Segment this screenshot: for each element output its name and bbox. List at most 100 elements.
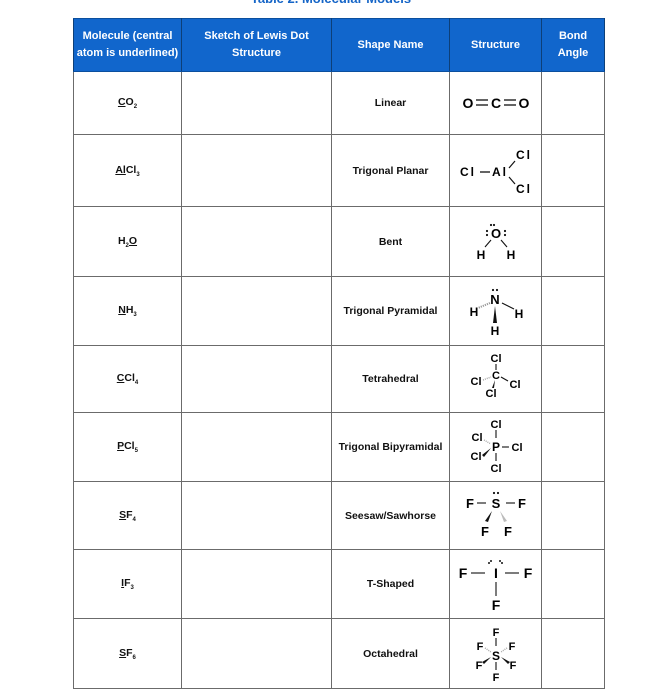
molecule-cell: AlCl3	[73, 134, 182, 207]
molecule-subscript: 5	[134, 448, 138, 454]
atom-label: H	[490, 324, 499, 338]
atom-label: F	[523, 565, 532, 581]
table-row: SF6 Octahedral F F F S F F F	[73, 618, 605, 689]
shape-name-cell: Seesaw/Sawhorse	[331, 481, 450, 550]
header-sketch: Sketch of Lewis Dot Structure	[181, 18, 332, 72]
sketch-cell[interactable]	[181, 71, 332, 135]
bond-angle-cell[interactable]	[541, 412, 605, 482]
structure-cell: N H H H	[449, 276, 542, 346]
shape-name-cell: Trigonal Planar	[331, 134, 450, 207]
bond-angle-cell[interactable]	[541, 276, 605, 346]
structure-diagram-h2o: O H H	[476, 223, 515, 262]
atom-label: F	[504, 524, 512, 539]
molecule-subscript: 4	[132, 516, 136, 523]
molecule-rest: O	[125, 96, 134, 108]
atom-label: O	[518, 95, 529, 111]
table-row: AlCl3 Trigonal Planar Cl Cl Al Cl	[73, 134, 605, 207]
atom-label: H	[514, 307, 523, 321]
atom-label: P	[491, 440, 499, 454]
atom-label: F	[492, 627, 499, 639]
atom-label: N	[490, 292, 499, 307]
header-molecule: Molecule (central atom is underlined)	[73, 18, 182, 72]
bond-angle-cell[interactable]	[541, 206, 605, 277]
atom-label: Cl	[511, 442, 522, 454]
atom-label: O	[490, 226, 500, 241]
structure-cell: O H H	[449, 206, 542, 277]
atom-label: Cl	[471, 432, 482, 444]
atom-label: Cl	[485, 388, 496, 400]
atom-label: Al	[492, 165, 508, 179]
sketch-cell[interactable]	[181, 276, 332, 346]
structure-diagram-if3: F I F F	[458, 560, 532, 613]
central-atom: C	[117, 96, 126, 108]
atom-label: Cl	[509, 379, 520, 391]
structure-diagram-sf6: F F F S F F F	[475, 627, 516, 684]
bond-angle-cell[interactable]	[541, 71, 605, 135]
bond-angle-cell[interactable]	[541, 345, 605, 413]
atom-label: Cl	[470, 376, 481, 388]
atom-label: F	[475, 660, 482, 672]
atom-label: Cl	[516, 182, 532, 196]
sketch-cell[interactable]	[181, 134, 332, 207]
table-title: Table 2. Molecular Models	[0, 0, 662, 6]
structure-diagram-nh3: N H H H	[469, 288, 523, 338]
molecule-cell: IF3	[73, 549, 182, 619]
structure-diagram-ccl4: Cl C Cl Cl Cl	[470, 353, 520, 400]
atom-label: F	[476, 641, 483, 653]
molecule-rest: Cl	[124, 440, 135, 452]
atom-label: F	[458, 565, 467, 581]
atom-label: H	[476, 248, 485, 262]
molecule-subscript: 3	[130, 585, 134, 591]
molecule-cell: CO2	[73, 71, 182, 135]
shape-name-cell: Trigonal Pyramidal	[331, 276, 450, 346]
structure-diagram-co2: O C O	[462, 95, 529, 111]
shape-name-cell: Tetrahedral	[331, 345, 450, 413]
atom-label: H	[506, 248, 515, 262]
atom-label: Cl	[490, 419, 501, 431]
shape-name-cell: Trigonal Bipyramidal	[331, 412, 450, 482]
molecule-cell: SF4	[73, 481, 182, 550]
atom-label: H	[469, 305, 478, 319]
sketch-cell[interactable]	[181, 618, 332, 689]
sketch-cell[interactable]	[181, 206, 332, 277]
bond-angle-cell[interactable]	[541, 481, 605, 550]
atom-label: S	[491, 496, 500, 511]
molecule-rest: Cl	[125, 163, 137, 176]
atom-label: F	[491, 597, 500, 613]
structure-diagram-pcl5: Cl Cl P Cl Cl Cl	[470, 419, 522, 475]
table-row: C Cl 4 Tetrahedral Cl C Cl Cl Cl	[73, 345, 605, 413]
bond-angle-cell[interactable]	[541, 134, 605, 207]
atom-label: C	[490, 95, 500, 111]
header-molecule-line2: atom is underlined)	[76, 47, 179, 59]
shape-name-cell: Bent	[331, 206, 450, 277]
header-row: Molecule (central atom is underlined) Ske…	[73, 18, 605, 72]
table-row: CO2 Linear O C O	[73, 71, 605, 135]
header-structure: Structure	[449, 18, 542, 72]
atom-label: F	[508, 641, 515, 653]
molecule-cell: SF6	[73, 618, 182, 689]
table-row: H2O Bent O H H	[73, 206, 605, 277]
atom-label: C	[492, 370, 500, 382]
sketch-cell[interactable]	[181, 345, 332, 413]
header-bond-angle: Bond Angle	[541, 18, 605, 72]
molecule-subscript: 4	[134, 380, 139, 386]
shape-name-cell: Octahedral	[331, 618, 450, 689]
structure-cell: F S F F F	[449, 481, 542, 550]
bond-angle-cell[interactable]	[541, 549, 605, 619]
header-shape-name: Shape Name	[331, 18, 450, 72]
molecule-subscript: 6	[132, 654, 136, 661]
bond-angle-cell[interactable]	[541, 618, 605, 689]
sketch-cell[interactable]	[181, 412, 332, 482]
atom-label: Cl	[490, 463, 501, 475]
sketch-cell[interactable]	[181, 481, 332, 550]
molecule-subscript: 3	[136, 171, 140, 178]
atom-label: F	[509, 660, 516, 672]
central-atom: N	[118, 304, 126, 316]
atom-label: I	[494, 565, 498, 581]
shape-name-cell: T-Shaped	[331, 549, 450, 619]
sketch-cell[interactable]	[181, 549, 332, 619]
header-sketch-line1: Sketch of Lewis Dot	[204, 30, 309, 42]
structure-cell: F I F F	[449, 549, 542, 619]
atom-label: Cl	[470, 451, 481, 463]
molecular-models-table: Molecule (central atom is underlined) Ske…	[73, 18, 605, 689]
